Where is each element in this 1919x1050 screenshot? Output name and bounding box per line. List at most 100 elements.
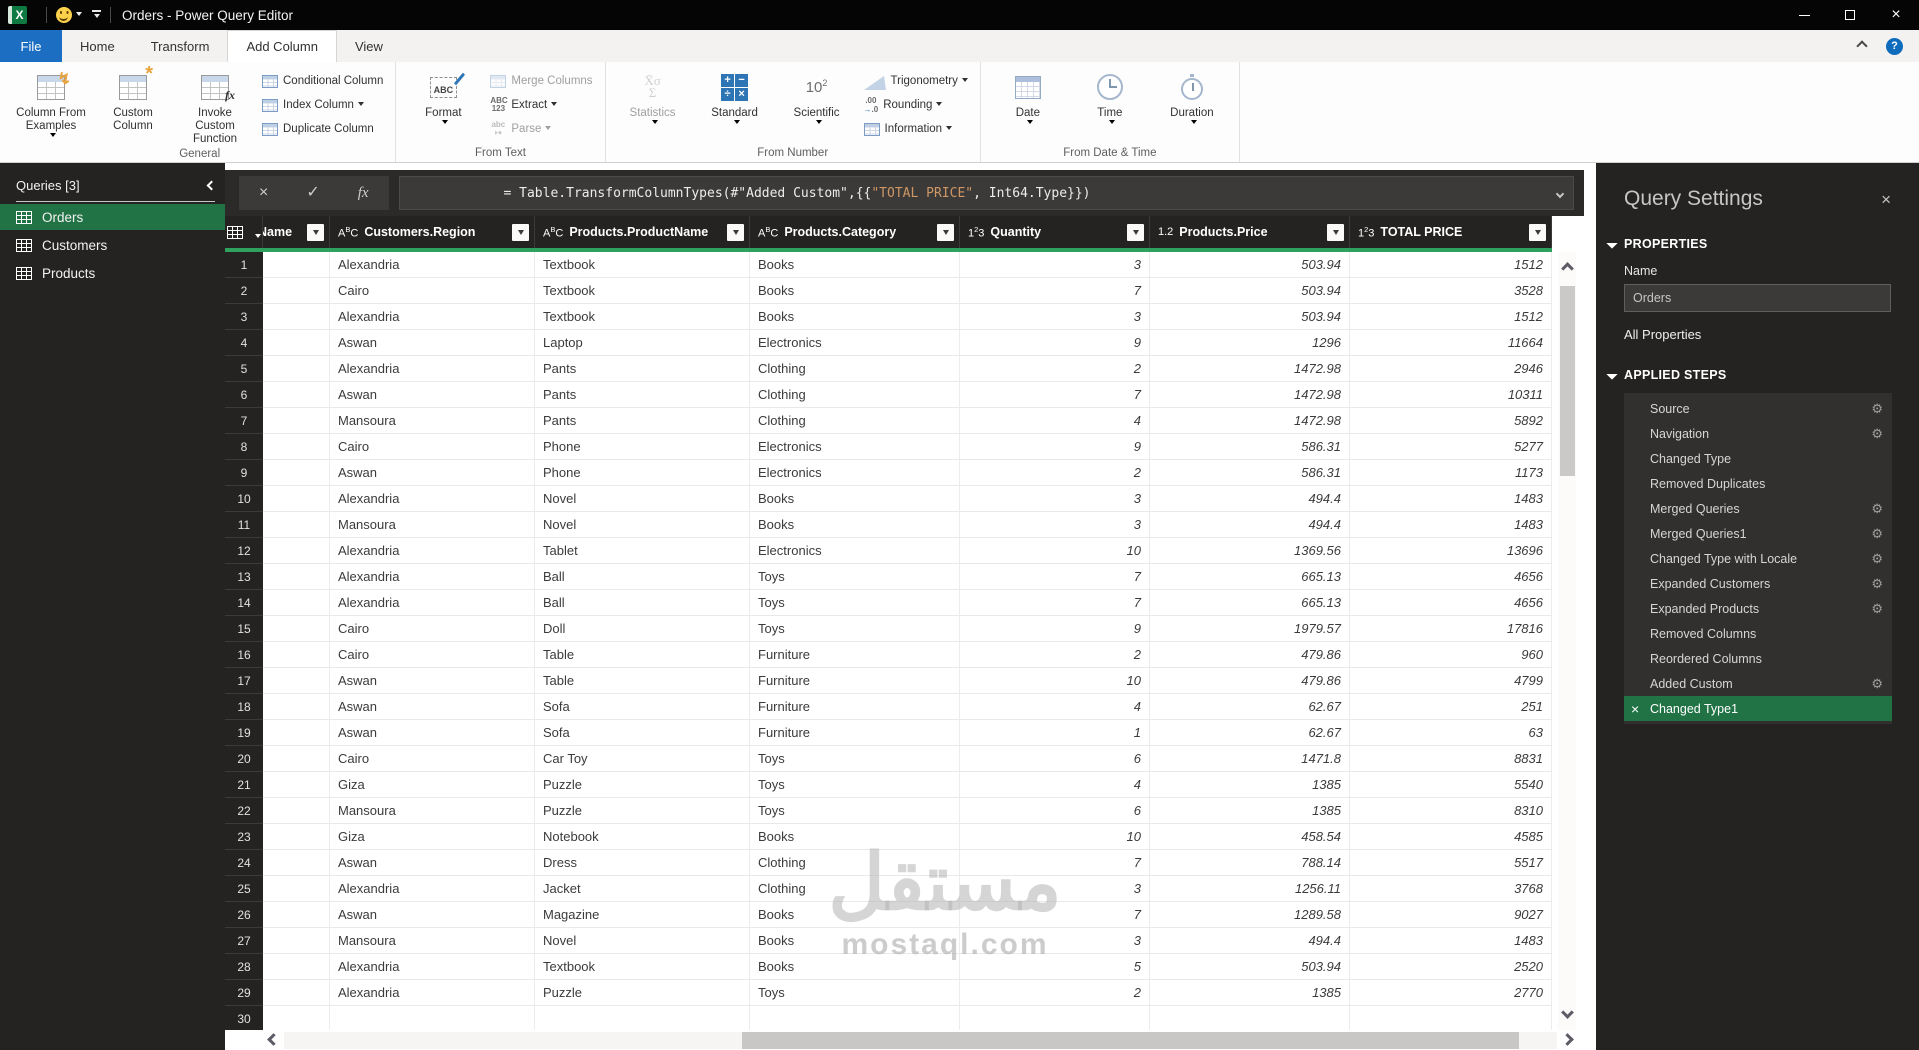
cell-qty[interactable]: 3 (960, 486, 1150, 512)
cell-region[interactable]: Mansoura (330, 408, 535, 434)
time-button[interactable]: Time (1069, 65, 1151, 128)
cell-total[interactable]: 5517 (1350, 850, 1552, 876)
row-number[interactable]: 24 (225, 850, 263, 876)
cell-qty[interactable]: 2 (960, 642, 1150, 668)
cell-price[interactable]: 62.67 (1150, 720, 1350, 746)
gear-icon[interactable]: ⚙ (1871, 401, 1883, 417)
scientific-button[interactable]: 102 Scientific (776, 65, 858, 128)
cell-category[interactable]: Books (750, 512, 960, 538)
cell-total[interactable]: 17816 (1350, 616, 1552, 642)
cell-region[interactable]: Cairo (330, 616, 535, 642)
cell-product[interactable]: Novel (535, 928, 750, 954)
column-header-name[interactable]: Name (263, 216, 330, 248)
column-header-total-price[interactable]: 123 TOTAL PRICE (1350, 216, 1552, 248)
cell-product[interactable]: Textbook (535, 954, 750, 980)
excel-icon[interactable] (8, 6, 27, 24)
cell-category[interactable]: Toys (750, 746, 960, 772)
cell-category[interactable]: Furniture (750, 720, 960, 746)
cell-category[interactable]: Toys (750, 590, 960, 616)
tab-file[interactable]: File (0, 30, 62, 62)
cell-category[interactable]: Clothing (750, 356, 960, 382)
commit-formula-button[interactable]: ✓ (300, 184, 325, 202)
merge-columns-button[interactable]: Merge Columns (484, 69, 598, 93)
row-number[interactable]: 4 (225, 330, 263, 356)
invoke-custom-function-button[interactable]: fx Invoke Custom Function (174, 65, 256, 147)
cell-name[interactable] (263, 304, 330, 330)
parse-button[interactable]: abc ↦ Parse (484, 117, 598, 141)
cell-total[interactable]: 4656 (1350, 564, 1552, 590)
sidebar-item-orders[interactable]: Orders (0, 204, 225, 230)
cell-total[interactable]: 5277 (1350, 434, 1552, 460)
cell-qty[interactable]: 3 (960, 304, 1150, 330)
tab-home[interactable]: Home (62, 30, 133, 62)
row-number[interactable]: 20 (225, 746, 263, 772)
cell-name[interactable] (263, 278, 330, 304)
row-number[interactable]: 3 (225, 304, 263, 330)
filter-dropdown-button[interactable] (1127, 223, 1144, 241)
applied-step-expanded-products[interactable]: Expanded Products ⚙ (1624, 596, 1892, 621)
cell-category[interactable]: Electronics (750, 460, 960, 486)
cell-category[interactable]: Books (750, 486, 960, 512)
vertical-scrollbar-thumb[interactable] (1559, 286, 1575, 476)
row-number[interactable]: 1 (225, 252, 263, 278)
row-number[interactable]: 17 (225, 668, 263, 694)
sidebar-item-products[interactable]: Products (0, 260, 225, 286)
cell-product[interactable]: Doll (535, 616, 750, 642)
formula-input[interactable]: = Table.TransformColumnTypes(#"Added Cus… (398, 176, 1574, 210)
horizontal-scrollbar-thumb[interactable] (742, 1031, 1519, 1049)
cell-name[interactable] (263, 356, 330, 382)
collapse-ribbon-icon[interactable] (1856, 40, 1868, 52)
cell-qty[interactable]: 7 (960, 902, 1150, 928)
cell-price[interactable]: 1256.11 (1150, 876, 1350, 902)
cell-name[interactable] (263, 772, 330, 798)
cell-qty[interactable]: 4 (960, 408, 1150, 434)
applied-step-reordered-columns[interactable]: Reordered Columns (1624, 646, 1892, 671)
cell-region[interactable]: Aswan (330, 850, 535, 876)
row-number[interactable]: 8 (225, 434, 263, 460)
cell-total[interactable]: 3768 (1350, 876, 1552, 902)
cell-price[interactable]: 1369.56 (1150, 538, 1350, 564)
cell-name[interactable] (263, 668, 330, 694)
cell-product[interactable]: Sofa (535, 720, 750, 746)
cell-total[interactable]: 5540 (1350, 772, 1552, 798)
applied-step-merged-queries1[interactable]: Merged Queries1 ⚙ (1624, 521, 1892, 546)
horizontal-scrollbar[interactable] (225, 1030, 1584, 1050)
cell-product[interactable]: Puzzle (535, 772, 750, 798)
cell-region[interactable] (330, 1006, 535, 1030)
row-number[interactable]: 16 (225, 642, 263, 668)
row-number[interactable]: 29 (225, 980, 263, 1006)
cell-category[interactable]: Books (750, 278, 960, 304)
cell-region[interactable]: Alexandria (330, 538, 535, 564)
cell-product[interactable]: Puzzle (535, 798, 750, 824)
cell-category[interactable]: Toys (750, 772, 960, 798)
cell-product[interactable] (535, 1006, 750, 1030)
cell-category[interactable]: Books (750, 902, 960, 928)
cell-price[interactable]: 503.94 (1150, 252, 1350, 278)
cell-total[interactable]: 960 (1350, 642, 1552, 668)
cell-category[interactable]: Clothing (750, 408, 960, 434)
cell-qty[interactable]: 3 (960, 928, 1150, 954)
tab-add-column[interactable]: Add Column (227, 30, 337, 62)
cell-category[interactable]: Furniture (750, 694, 960, 720)
cell-product[interactable]: Ball (535, 564, 750, 590)
applied-step-added-custom[interactable]: Added Custom ⚙ (1624, 671, 1892, 696)
cell-name[interactable] (263, 720, 330, 746)
row-number[interactable]: 25 (225, 876, 263, 902)
cell-total[interactable]: 1483 (1350, 928, 1552, 954)
applied-step-removed-columns[interactable]: Removed Columns (1624, 621, 1892, 646)
cell-region[interactable]: Aswan (330, 330, 535, 356)
cell-qty[interactable]: 7 (960, 564, 1150, 590)
row-number[interactable]: 18 (225, 694, 263, 720)
cell-qty[interactable]: 10 (960, 668, 1150, 694)
cell-product[interactable]: Phone (535, 460, 750, 486)
applied-step-removed-duplicates[interactable]: Removed Duplicates (1624, 471, 1892, 496)
minimize-button[interactable] (1781, 0, 1827, 30)
cell-name[interactable] (263, 616, 330, 642)
cell-product[interactable]: Table (535, 668, 750, 694)
gear-icon[interactable]: ⚙ (1871, 676, 1883, 692)
cell-name[interactable] (263, 642, 330, 668)
applied-step-navigation[interactable]: Navigation ⚙ (1624, 421, 1892, 446)
cell-price[interactable]: 494.4 (1150, 486, 1350, 512)
row-number[interactable]: 15 (225, 616, 263, 642)
gear-icon[interactable]: ⚙ (1871, 576, 1883, 592)
